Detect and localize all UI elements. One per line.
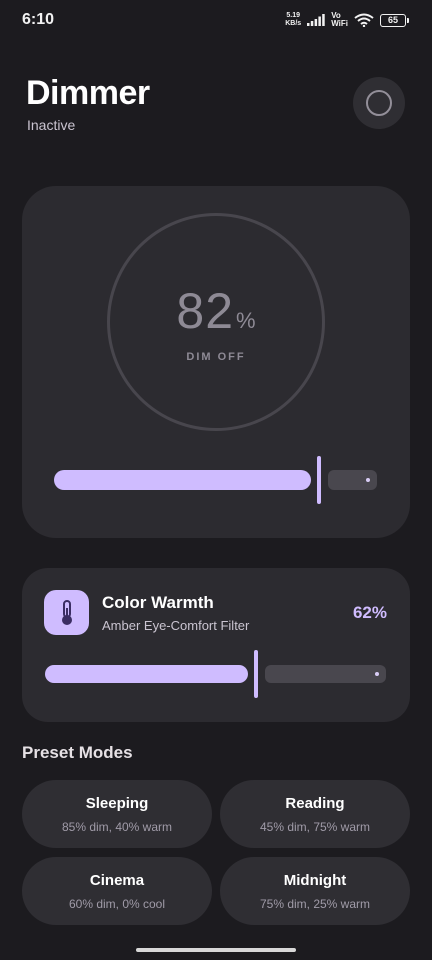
thermometer-icon: [61, 599, 72, 625]
warmth-icon-container: [44, 590, 89, 635]
warmth-slider-track: [265, 665, 386, 683]
dim-value-display: 82%: [22, 282, 410, 340]
preset-name: Sleeping: [85, 795, 149, 812]
preset-description: 85% dim, 40% warm: [61, 820, 173, 834]
preset-name: Cinema: [89, 872, 145, 889]
dim-slider-thumb[interactable]: [317, 456, 321, 504]
status-bar: 6:10 5.19 KB/s Vo WiFi 65: [0, 0, 432, 40]
dim-slider[interactable]: [54, 456, 377, 504]
color-warmth-card: Color Warmth Amber Eye-Comfort Filter 62…: [22, 568, 410, 722]
preset-modes-heading: Preset Modes: [22, 743, 133, 762]
preset-description: 75% dim, 25% warm: [259, 897, 371, 911]
vowifi-label-bottom: WiFi: [331, 19, 348, 28]
dimmer-status-text: Inactive: [27, 117, 76, 133]
page-title: Dimmer: [26, 74, 150, 112]
dim-state-label: DIM OFF: [186, 351, 246, 363]
preset-description: 45% dim, 75% warm: [259, 820, 371, 834]
power-toggle-button[interactable]: [353, 77, 405, 129]
vowifi-indicator: Vo WiFi: [331, 12, 348, 28]
preset-name: Reading: [285, 795, 345, 812]
battery-indicator: 65: [380, 13, 409, 27]
warmth-slider[interactable]: [45, 650, 386, 698]
preset-sleeping-button[interactable]: Sleeping 85% dim, 40% warm: [22, 780, 212, 848]
network-speed-value: 5.19: [286, 12, 301, 19]
dim-unit: %: [236, 308, 256, 333]
wifi-icon: [354, 13, 374, 27]
preset-description: 60% dim, 0% cool: [68, 897, 166, 911]
dim-card: 82% DIM OFF: [22, 186, 410, 538]
preset-reading-button[interactable]: Reading 45% dim, 75% warm: [220, 780, 410, 848]
status-time: 6:10: [22, 11, 55, 28]
preset-midnight-button[interactable]: Midnight 75% dim, 25% warm: [220, 857, 410, 925]
home-indicator[interactable]: [136, 948, 296, 952]
preset-name: Midnight: [283, 872, 347, 889]
status-icons: 5.19 KB/s Vo WiFi 65: [285, 12, 409, 28]
warmth-title: Color Warmth: [102, 593, 214, 612]
warmth-slider-fill: [45, 665, 248, 683]
warmth-slider-end-dot: [375, 672, 379, 676]
warmth-value: 62%: [352, 603, 387, 622]
warmth-subtitle: Amber Eye-Comfort Filter: [102, 618, 250, 633]
preset-cinema-button[interactable]: Cinema 60% dim, 0% cool: [22, 857, 212, 925]
network-speed: 5.19 KB/s: [285, 12, 301, 28]
dim-slider-fill: [54, 470, 311, 490]
power-icon: [366, 90, 392, 116]
warmth-slider-thumb[interactable]: [254, 650, 258, 698]
dim-value: 82: [176, 283, 235, 339]
cellular-signal-icon: [307, 14, 325, 26]
dim-slider-end-dot: [366, 478, 370, 482]
network-speed-unit: KB/s: [285, 20, 302, 27]
